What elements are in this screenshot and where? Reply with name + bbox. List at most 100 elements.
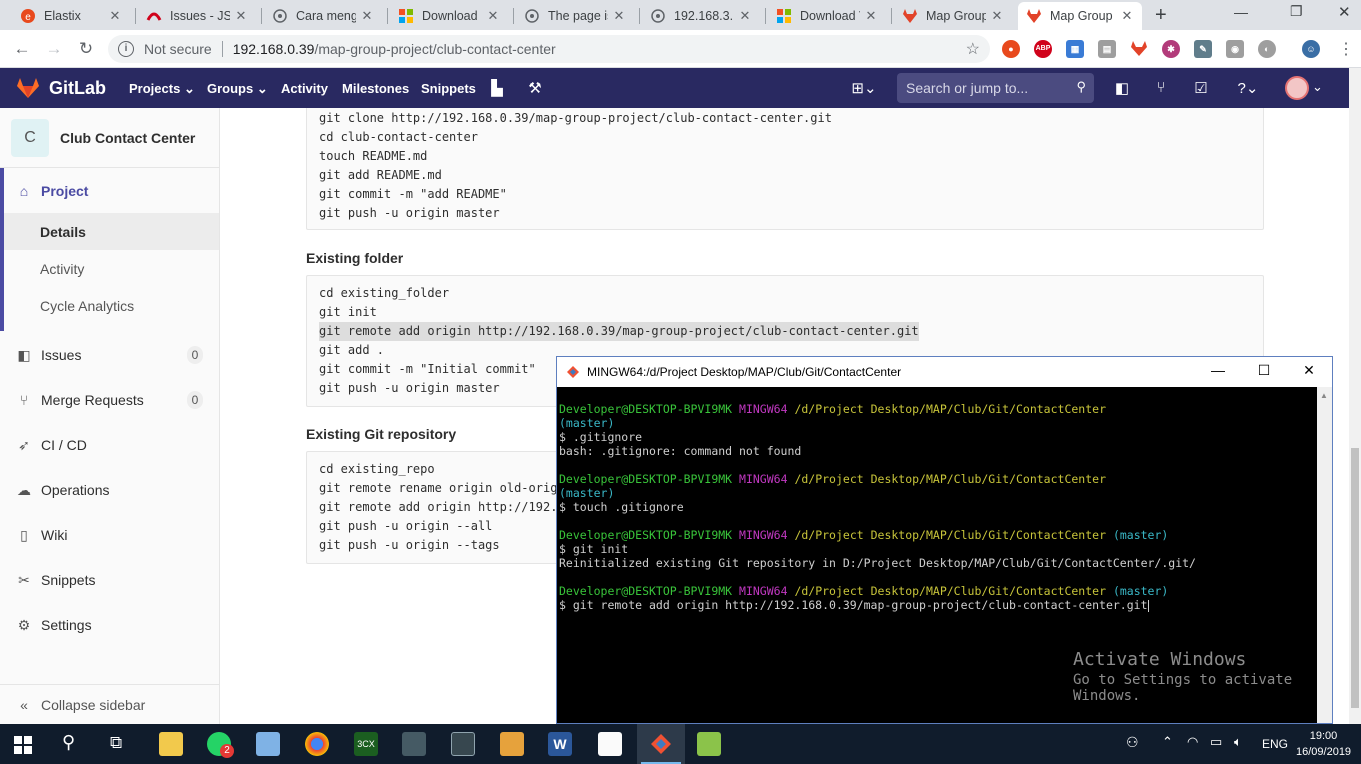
- tab-close-icon[interactable]: ✕: [234, 8, 248, 24]
- app-icon[interactable]: [402, 732, 426, 756]
- app-icon[interactable]: [697, 732, 721, 756]
- sidebar-item-cycle-analytics[interactable]: Cycle Analytics: [4, 287, 219, 324]
- file-explorer-icon[interactable]: [159, 732, 183, 756]
- battery-icon[interactable]: ▭: [1210, 734, 1222, 750]
- merge-request-icon[interactable]: ⑂: [1151, 79, 1171, 96]
- restore-icon[interactable]: ❐: [1290, 3, 1303, 20]
- info-icon[interactable]: i: [118, 41, 134, 57]
- gitlab-logo[interactable]: GitLab: [16, 77, 106, 99]
- app-icon[interactable]: [451, 732, 475, 756]
- adblock-icon[interactable]: ABP: [1034, 40, 1052, 58]
- sidebar-item-project[interactable]: ⌂ Project: [0, 173, 219, 209]
- tab-close-icon[interactable]: ✕: [486, 8, 500, 24]
- bookmark-star-icon[interactable]: ☆: [966, 39, 980, 59]
- sidebar-item-merge-requests[interactable]: ⑂ Merge Requests 0: [0, 382, 219, 418]
- project-header[interactable]: C Club Contact Center: [0, 108, 219, 168]
- extension-icon[interactable]: ✎: [1194, 40, 1212, 58]
- maximize-icon[interactable]: ☐: [1249, 362, 1279, 382]
- close-window-icon[interactable]: ✕: [1338, 3, 1351, 21]
- scrollbar-thumb[interactable]: [1351, 448, 1359, 708]
- extension-icon[interactable]: ▤: [1098, 40, 1116, 58]
- nav-snippets[interactable]: Snippets: [421, 81, 476, 96]
- help-icon[interactable]: ?⌄: [1232, 79, 1264, 97]
- tab-close-icon[interactable]: ✕: [1120, 8, 1134, 24]
- chevron-up-icon[interactable]: ⌃: [1162, 734, 1173, 750]
- nav-activity[interactable]: Activity: [281, 81, 328, 96]
- sidebar-item-settings[interactable]: ⚙ Settings: [0, 607, 219, 643]
- nav-projects[interactable]: Projects ⌄: [129, 81, 195, 97]
- chrome-icon[interactable]: [305, 732, 329, 756]
- search-placeholder: Search or jump to...: [906, 80, 1029, 96]
- reload-icon[interactable]: ↻: [76, 39, 96, 59]
- windows-start-icon[interactable]: [14, 736, 32, 757]
- minimize-icon[interactable]: —: [1234, 4, 1248, 20]
- chevron-down-icon[interactable]: ⌄: [1312, 79, 1323, 95]
- search-icon[interactable]: ⚲: [62, 732, 75, 753]
- collapse-sidebar-button[interactable]: « Collapse sidebar: [0, 684, 219, 724]
- scroll-up-icon[interactable]: ▲: [1320, 391, 1328, 400]
- close-icon[interactable]: ✕: [1294, 362, 1324, 382]
- browser-tab[interactable]: Issues - JSM ✕: [138, 2, 256, 30]
- browser-tab[interactable]: The page is ✕: [516, 2, 634, 30]
- sidebar-item-issues[interactable]: ◧ Issues 0: [0, 337, 219, 373]
- app-icon[interactable]: [256, 732, 280, 756]
- issues-icon[interactable]: ◧: [1112, 79, 1132, 97]
- nav-groups[interactable]: Groups ⌄: [207, 81, 268, 97]
- menu-icon[interactable]: ⋮: [1338, 39, 1354, 59]
- sidebar-item-details[interactable]: Details: [4, 213, 219, 250]
- tab-close-icon[interactable]: ✕: [108, 8, 122, 24]
- tab-close-icon[interactable]: ✕: [360, 8, 374, 24]
- camera-icon[interactable]: ◉: [1226, 40, 1244, 58]
- forward-icon[interactable]: →: [44, 39, 64, 59]
- nav-milestones[interactable]: Milestones: [342, 81, 409, 96]
- app-icon[interactable]: [500, 732, 524, 756]
- volume-icon[interactable]: 🔈︎: [1234, 734, 1242, 750]
- extension-icon[interactable]: ◐: [1258, 40, 1276, 58]
- todo-icon[interactable]: ☑: [1191, 79, 1211, 97]
- photos-icon[interactable]: [598, 732, 622, 756]
- chart-icon[interactable]: ▙: [487, 79, 507, 97]
- threecx-icon[interactable]: 3CX: [354, 732, 378, 756]
- gitlab-extension-icon[interactable]: [1130, 40, 1148, 58]
- bug-icon[interactable]: ✱: [1162, 40, 1180, 58]
- git-bash-icon[interactable]: [649, 732, 673, 756]
- profile-avatar[interactable]: ☺: [1302, 40, 1320, 58]
- extension-icon[interactable]: ▦: [1066, 40, 1084, 58]
- new-tab-icon[interactable]: +: [1155, 4, 1167, 27]
- terminal-titlebar[interactable]: MINGW64:/d/Project Desktop/MAP/Club/Git/…: [557, 357, 1332, 387]
- page-scrollbar[interactable]: [1349, 68, 1361, 724]
- tab-close-icon[interactable]: ✕: [990, 8, 1004, 24]
- search-input[interactable]: Search or jump to... ⚲: [897, 73, 1094, 103]
- task-view-icon[interactable]: ⧉: [110, 733, 122, 753]
- user-avatar[interactable]: [1285, 76, 1309, 100]
- sidebar-item-operations[interactable]: ☁ Operations: [0, 472, 219, 508]
- browser-tab-active[interactable]: Map Group ✕: [1018, 2, 1142, 30]
- terminal-window[interactable]: MINGW64:/d/Project Desktop/MAP/Club/Git/…: [556, 356, 1333, 724]
- sidebar-item-snippets[interactable]: ✂ Snippets: [0, 562, 219, 598]
- tab-close-icon[interactable]: ✕: [864, 8, 878, 24]
- browser-tab[interactable]: Download I ✕: [390, 2, 508, 30]
- browser-tab[interactable]: e Elastix ✕: [12, 2, 130, 30]
- tab-close-icon[interactable]: ✕: [612, 8, 626, 24]
- minimize-icon[interactable]: —: [1203, 362, 1233, 382]
- clock[interactable]: 19:00 16/09/2019: [1296, 728, 1351, 760]
- browser-tab[interactable]: 192.168.3.1 ✕: [642, 2, 760, 30]
- wifi-icon[interactable]: ◠: [1187, 734, 1198, 750]
- browser-tab[interactable]: Map Group ✕: [894, 2, 1012, 30]
- people-icon[interactable]: ⚇: [1126, 734, 1139, 751]
- new-item-icon[interactable]: ⊞⌄: [848, 79, 880, 97]
- sidebar-item-ci-cd[interactable]: ➶ CI / CD: [0, 427, 219, 463]
- terminal-scrollbar[interactable]: ▲: [1317, 387, 1332, 723]
- tab-close-icon[interactable]: ✕: [738, 8, 752, 24]
- terminal-output[interactable]: Developer@DESKTOP-BPVI9MK MINGW64 /d/Pro…: [557, 387, 1317, 723]
- back-icon[interactable]: ←: [12, 39, 32, 59]
- browser-tab[interactable]: Cara menge ✕: [264, 2, 382, 30]
- language-indicator[interactable]: ENG: [1262, 737, 1288, 751]
- extension-icon[interactable]: ●: [1002, 40, 1020, 58]
- word-icon[interactable]: W: [548, 732, 572, 756]
- sidebar-item-wiki[interactable]: ▯ Wiki: [0, 517, 219, 553]
- url-input[interactable]: i Not secure 192.168.0.39 /map-group-pro…: [108, 35, 990, 63]
- sidebar-item-activity[interactable]: Activity: [4, 250, 219, 287]
- wrench-icon[interactable]: ⚒: [525, 79, 545, 97]
- browser-tab[interactable]: Download V ✕: [768, 2, 886, 30]
